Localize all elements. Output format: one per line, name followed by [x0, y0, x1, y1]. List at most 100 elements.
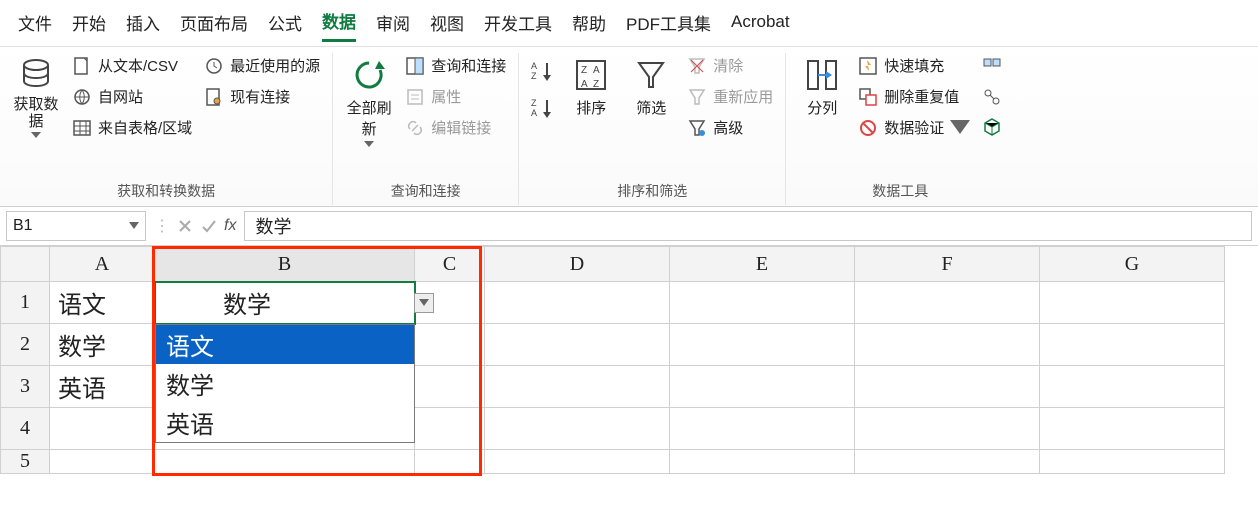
- sort-desc-button[interactable]: ZA: [529, 96, 557, 123]
- cell-e4[interactable]: [670, 408, 855, 450]
- column-header-a[interactable]: A: [50, 246, 155, 282]
- column-header-d[interactable]: D: [485, 246, 670, 282]
- cell-a4[interactable]: [50, 408, 155, 450]
- cell-g5[interactable]: [1040, 450, 1225, 474]
- from-web-button[interactable]: 自网站: [70, 84, 194, 109]
- tab-developer[interactable]: 开发工具: [484, 10, 552, 41]
- tab-data[interactable]: 数据: [322, 8, 356, 42]
- cell-d3[interactable]: [485, 366, 670, 408]
- cell-a2[interactable]: 数学: [50, 324, 155, 366]
- tab-page-layout[interactable]: 页面布局: [180, 10, 248, 41]
- data-model-icon-button[interactable]: [980, 115, 1004, 139]
- cell-a3[interactable]: 英语: [50, 366, 155, 408]
- sort-asc-button[interactable]: AZ: [529, 59, 557, 86]
- cell-g3[interactable]: [1040, 366, 1225, 408]
- cell-a1[interactable]: 语文: [50, 282, 155, 324]
- tab-help[interactable]: 帮助: [572, 10, 606, 41]
- consolidate-icon-button[interactable]: [980, 55, 1004, 79]
- cell-g2[interactable]: [1040, 324, 1225, 366]
- cell-e1[interactable]: [670, 282, 855, 324]
- filter-button[interactable]: 筛选: [625, 53, 677, 122]
- cell-f3[interactable]: [855, 366, 1040, 408]
- cell-f4[interactable]: [855, 408, 1040, 450]
- cell-b5[interactable]: [155, 450, 415, 474]
- flash-fill-button[interactable]: 快速填充: [856, 53, 972, 78]
- row-header-4[interactable]: 4: [0, 408, 50, 450]
- row-header-5[interactable]: 5: [0, 450, 50, 474]
- data-validation-dropdown-button[interactable]: [414, 293, 434, 313]
- row-header-1[interactable]: 1: [0, 282, 50, 324]
- cell-d5[interactable]: [485, 450, 670, 474]
- fx-label[interactable]: fx: [224, 217, 236, 235]
- get-data-label: 获取数 据: [13, 97, 58, 130]
- from-table-range-button[interactable]: 来自表格/区域: [70, 115, 194, 140]
- advanced-filter-button[interactable]: 高级: [685, 115, 775, 140]
- refresh-all-button[interactable]: 全部刷新: [343, 53, 395, 151]
- column-headers: A B C D E F G: [0, 246, 1258, 282]
- from-text-csv-button[interactable]: 从文本/CSV: [70, 53, 194, 78]
- edit-links-button: 编辑链接: [403, 115, 508, 140]
- cell-a5[interactable]: [50, 450, 155, 474]
- link-icon: [405, 118, 425, 138]
- funnel-reapply-icon: [687, 87, 707, 107]
- ribbon-group-get-transform-data: 获取数 据 从文本/CSV 自网站 来自表格/区域: [0, 53, 333, 205]
- cell-f5[interactable]: [855, 450, 1040, 474]
- column-header-b[interactable]: B: [155, 246, 415, 282]
- cancel-icon[interactable]: [176, 217, 194, 235]
- tab-pdf-tools[interactable]: PDF工具集: [626, 10, 711, 41]
- sort-button[interactable]: ZAAZ 排序: [565, 53, 617, 122]
- recent-sources-button[interactable]: 最近使用的源: [202, 53, 322, 78]
- flash-fill-icon: [858, 56, 878, 76]
- existing-connections-button[interactable]: 现有连接: [202, 84, 322, 109]
- svg-text:A: A: [531, 108, 537, 118]
- data-validation-list[interactable]: 语文 数学 英语: [155, 324, 415, 443]
- svg-text:A: A: [593, 65, 600, 76]
- text-to-columns-button[interactable]: 分列: [796, 53, 848, 122]
- row-header-2[interactable]: 2: [0, 324, 50, 366]
- tab-review[interactable]: 审阅: [376, 10, 410, 41]
- tab-file[interactable]: 文件: [18, 10, 52, 41]
- column-header-e[interactable]: E: [670, 246, 855, 282]
- queries-connections-button[interactable]: 查询和连接: [403, 53, 508, 78]
- cell-b1[interactable]: 数学: [155, 282, 415, 324]
- cell-d4[interactable]: [485, 408, 670, 450]
- column-header-f[interactable]: F: [855, 246, 1040, 282]
- tab-home[interactable]: 开始: [72, 10, 106, 41]
- tab-view[interactable]: 视图: [430, 10, 464, 41]
- cell-d2[interactable]: [485, 324, 670, 366]
- group-label-get-transform: 获取和转换数据: [10, 179, 322, 205]
- cell-c3[interactable]: [415, 366, 485, 408]
- tab-insert[interactable]: 插入: [126, 10, 160, 41]
- remove-duplicates-button[interactable]: 删除重复值: [856, 84, 972, 109]
- cell-e5[interactable]: [670, 450, 855, 474]
- tab-formulas[interactable]: 公式: [268, 10, 302, 41]
- get-data-button[interactable]: 获取数 据: [10, 53, 62, 142]
- row-header-3[interactable]: 3: [0, 366, 50, 408]
- relationships-icon-button[interactable]: [980, 85, 1004, 109]
- validation-option-1[interactable]: 数学: [156, 364, 414, 403]
- file-csv-icon: [72, 56, 92, 76]
- select-all-corner[interactable]: [0, 246, 50, 282]
- name-box[interactable]: B1: [6, 211, 146, 241]
- ribbon-group-data-tools: 分列 快速填充 删除重复值 数据验证: [786, 53, 1014, 205]
- cell-f2[interactable]: [855, 324, 1040, 366]
- tab-acrobat[interactable]: Acrobat: [731, 12, 790, 38]
- validation-option-2[interactable]: 英语: [156, 403, 414, 442]
- svg-text:Z: Z: [581, 65, 587, 76]
- cell-g1[interactable]: [1040, 282, 1225, 324]
- enter-icon[interactable]: [200, 217, 218, 235]
- validation-option-0[interactable]: 语文: [156, 325, 414, 364]
- cell-c5[interactable]: [415, 450, 485, 474]
- ribbon-group-sort-filter: AZ ZA ZAAZ 排序 筛选 清: [519, 53, 786, 205]
- column-header-g[interactable]: G: [1040, 246, 1225, 282]
- cell-d1[interactable]: [485, 282, 670, 324]
- cell-e2[interactable]: [670, 324, 855, 366]
- formula-input[interactable]: 数学: [244, 211, 1252, 241]
- cell-e3[interactable]: [670, 366, 855, 408]
- data-validation-button[interactable]: 数据验证: [856, 115, 972, 140]
- cell-f1[interactable]: [855, 282, 1040, 324]
- cell-c4[interactable]: [415, 408, 485, 450]
- cell-g4[interactable]: [1040, 408, 1225, 450]
- cell-c2[interactable]: [415, 324, 485, 366]
- column-header-c[interactable]: C: [415, 246, 485, 282]
